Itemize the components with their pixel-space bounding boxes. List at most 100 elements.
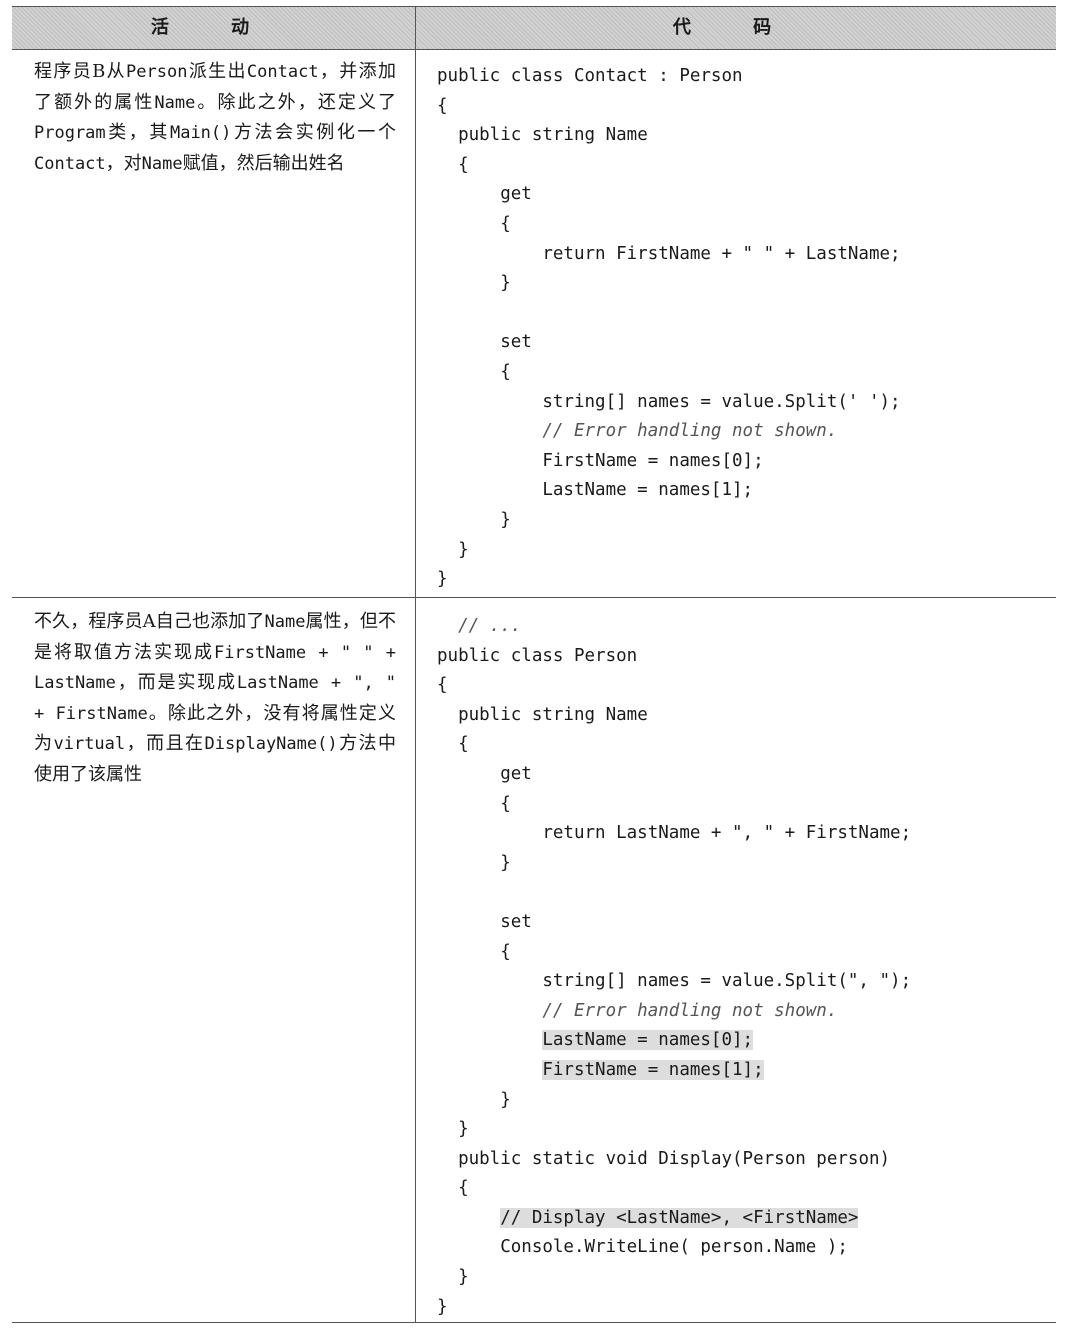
code-line: public string Name bbox=[437, 121, 901, 151]
code-line: return FirstName + " " + LastName; bbox=[437, 240, 901, 270]
code-line: { bbox=[437, 1174, 911, 1204]
text-segment: 派生出 bbox=[187, 61, 247, 82]
code-text: set bbox=[500, 332, 532, 353]
code-text: } bbox=[437, 1296, 448, 1317]
code-line: { bbox=[437, 671, 911, 701]
inline-code: Program bbox=[34, 123, 106, 144]
code-line: // Display <LastName>, <FirstName> bbox=[437, 1204, 911, 1234]
code-line: set bbox=[437, 328, 901, 358]
code-text: } bbox=[500, 273, 511, 294]
code-line: { bbox=[437, 151, 901, 181]
text-segment: ，对 bbox=[105, 152, 142, 174]
code-text: } bbox=[458, 1267, 469, 1288]
code-text: { bbox=[500, 213, 511, 234]
inline-code: Main() bbox=[169, 123, 232, 144]
code-text: { bbox=[458, 154, 469, 175]
code-line: { bbox=[437, 358, 901, 388]
code-line: } bbox=[437, 1293, 911, 1323]
code-line: LastName = names[1]; bbox=[437, 476, 901, 506]
table-header: 活 动 代 码 bbox=[12, 6, 1056, 50]
activity-text-row-1: 程序员B从Person派生出Contact，并添加了额外的属性Name。除此之外… bbox=[34, 57, 396, 179]
code-line: get bbox=[437, 760, 911, 790]
code-line: } bbox=[437, 849, 911, 879]
code-text: get bbox=[500, 763, 532, 784]
code-text: { bbox=[437, 675, 448, 696]
code-text: { bbox=[500, 941, 511, 962]
code-text: public class Contact : Person bbox=[437, 66, 743, 86]
code-line: } bbox=[437, 506, 901, 536]
code-comment-line: // Error handling not shown. bbox=[437, 417, 901, 447]
code-line: set bbox=[437, 908, 911, 938]
code-text: // Error handling not shown. bbox=[542, 421, 838, 442]
code-line: Console.WriteLine( person.Name ); bbox=[437, 1233, 911, 1263]
column-divider bbox=[415, 6, 416, 1323]
code-text: // ... bbox=[458, 616, 522, 636]
code-text: string[] names = value.Split(", "); bbox=[542, 971, 912, 992]
code-block-row-2: // ... public class Person { public string… bbox=[437, 612, 911, 1322]
code-text: } bbox=[458, 539, 469, 560]
inline-code: Person bbox=[126, 62, 188, 82]
code-text: public string Name bbox=[458, 704, 648, 725]
inline-code: Name bbox=[154, 92, 196, 113]
code-text: LastName = names[1]; bbox=[542, 480, 754, 501]
text-segment: 。除此之外，还定义了 bbox=[195, 91, 397, 113]
code-line: } bbox=[437, 269, 901, 299]
code-line: public static void Display(Person person… bbox=[437, 1145, 911, 1175]
code-line: } bbox=[437, 565, 901, 595]
code-text: { bbox=[458, 1178, 469, 1199]
code-text: { bbox=[500, 793, 511, 814]
code-text: // Error handling not shown. bbox=[542, 1000, 838, 1021]
code-text: { bbox=[437, 95, 448, 116]
code-text: set bbox=[500, 911, 532, 932]
code-line: } bbox=[437, 1115, 911, 1145]
text-segment: 方法会实例化一个 bbox=[231, 122, 397, 144]
code-line: LastName = names[0]; bbox=[437, 1026, 911, 1056]
code-line: } bbox=[437, 536, 901, 566]
code-line: { bbox=[437, 92, 901, 122]
code-text: FirstName = names[0]; bbox=[542, 450, 764, 471]
code-text: public string Name bbox=[458, 125, 648, 146]
text-segment: ，而且在 bbox=[125, 733, 205, 755]
inline-code: Contact bbox=[246, 62, 319, 82]
code-line: FirstName = names[1]; bbox=[437, 1056, 911, 1086]
text-segment: ，而是实现成 bbox=[115, 672, 237, 694]
row-divider bbox=[12, 597, 1056, 598]
code-comment-line: // Error handling not shown. bbox=[437, 997, 911, 1027]
code-line: { bbox=[437, 790, 911, 820]
code-text: } bbox=[500, 509, 511, 530]
code-line: } bbox=[437, 1086, 911, 1116]
code-line: string[] names = value.Split(' '); bbox=[437, 388, 901, 418]
text-segment: 类，其 bbox=[105, 122, 170, 144]
code-line: } bbox=[437, 1263, 911, 1293]
code-text: public static void Display(Person person… bbox=[458, 1148, 891, 1169]
header-code: 代 码 bbox=[672, 17, 800, 38]
activity-text-row-2: 不久，程序员A自己也添加了Name属性，但不是将取值方法实现成FirstName… bbox=[34, 607, 396, 790]
inline-code: virtual bbox=[53, 734, 126, 755]
text-segment: 程序员B从 bbox=[34, 61, 127, 82]
code-line: { bbox=[437, 938, 911, 968]
code-text: { bbox=[500, 361, 511, 382]
code-text: { bbox=[458, 734, 469, 755]
highlighted-code: LastName = names[0]; bbox=[542, 1030, 754, 1051]
code-line: public class Person bbox=[437, 642, 911, 672]
code-comment-line: // ... bbox=[437, 612, 911, 642]
code-text: string[] names = value.Split(' '); bbox=[542, 391, 901, 412]
inline-code: DisplayName() bbox=[204, 734, 338, 755]
header-activity: 活 动 bbox=[150, 17, 278, 38]
inline-code: Contact bbox=[34, 153, 106, 174]
code-text: } bbox=[458, 1119, 469, 1140]
highlighted-code: FirstName = names[1]; bbox=[542, 1059, 764, 1080]
text-segment: 不久，程序员A自己也添加了 bbox=[34, 611, 265, 632]
text-segment: 赋值，然后输出姓名 bbox=[182, 152, 345, 174]
highlighted-code: // Display <LastName>, <FirstName> bbox=[500, 1207, 859, 1228]
code-line: { bbox=[437, 210, 901, 240]
code-line: public string Name bbox=[437, 701, 911, 731]
code-text: } bbox=[500, 852, 511, 873]
code-text: return FirstName + " " + LastName; bbox=[542, 243, 901, 264]
code-line: get bbox=[437, 180, 901, 210]
code-text: } bbox=[437, 569, 448, 590]
inline-code: Name bbox=[264, 612, 306, 632]
code-text: return LastName + ", " + FirstName; bbox=[542, 823, 912, 844]
